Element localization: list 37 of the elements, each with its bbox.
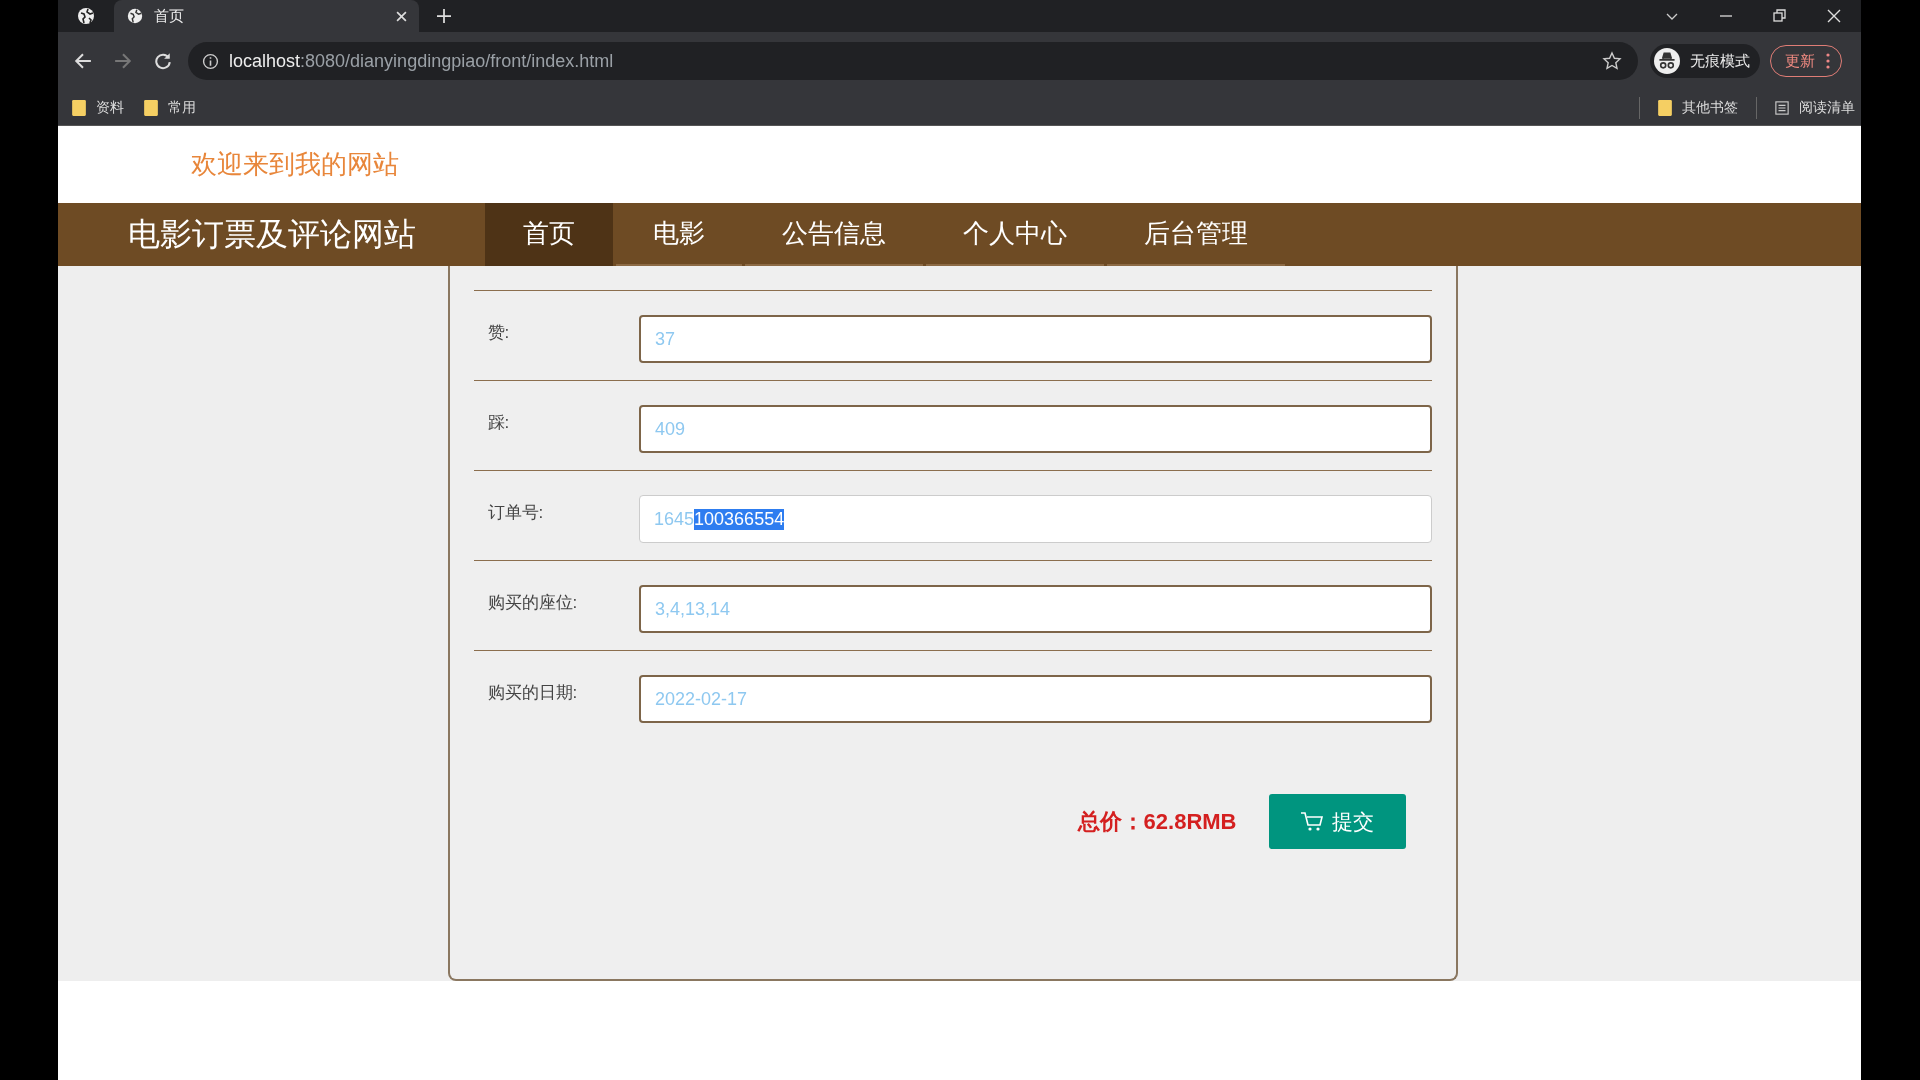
url-text: localhost:8080/dianyingdingpiao/front/index.html (229, 50, 614, 72)
new-tab-icon[interactable] (437, 9, 451, 23)
forward-icon[interactable] (114, 52, 132, 70)
reading-list[interactable]: 阅读清单 (1775, 98, 1855, 117)
tab-title: 首页 (154, 6, 185, 26)
folder-icon (144, 99, 158, 116)
close-icon[interactable] (1827, 9, 1841, 23)
folder-icon (72, 99, 86, 116)
star-icon[interactable] (1602, 51, 1622, 71)
restore-icon[interactable] (1773, 9, 1787, 23)
input-field[interactable]: 1645100366554 (639, 495, 1432, 543)
more-icon[interactable] (1826, 53, 1830, 69)
address-field[interactable]: localhost:8080/dianyingdingpiao/front/index.html (188, 42, 1638, 80)
submit-button[interactable]: 提交 (1268, 794, 1406, 849)
bookmark[interactable]: 资料 (72, 98, 124, 117)
field-label: 购买的座位: (486, 592, 579, 614)
incognito-badge[interactable]: 无痕模式 (1650, 44, 1760, 78)
welcome-text: 欢迎来到我的网站 (191, 148, 399, 181)
reload-icon[interactable] (154, 52, 172, 70)
total-price: 总价：62.8RMB (1077, 807, 1237, 836)
bookmark[interactable]: 常用 (144, 98, 196, 117)
back-icon[interactable] (74, 52, 92, 70)
info-icon (202, 52, 219, 70)
list-icon (1775, 99, 1789, 116)
field-label: 踩: (486, 412, 511, 434)
field-label: 赞: (486, 322, 511, 344)
globe-icon (126, 7, 144, 25)
close-icon[interactable] (396, 10, 407, 22)
site-title: 电影订票及评论网站 (126, 214, 417, 254)
incognito-icon (1654, 48, 1680, 74)
globe-icon[interactable] (76, 6, 96, 26)
bookmark[interactable]: 其他书签 (1658, 98, 1738, 117)
browser-tab[interactable]: 首页 (114, 0, 419, 32)
field-label: 订单号: (486, 502, 545, 524)
folder-icon (1658, 99, 1672, 116)
field-label: 购买的日期: (486, 682, 579, 704)
nav-tab[interactable]: 首页 (485, 203, 613, 266)
